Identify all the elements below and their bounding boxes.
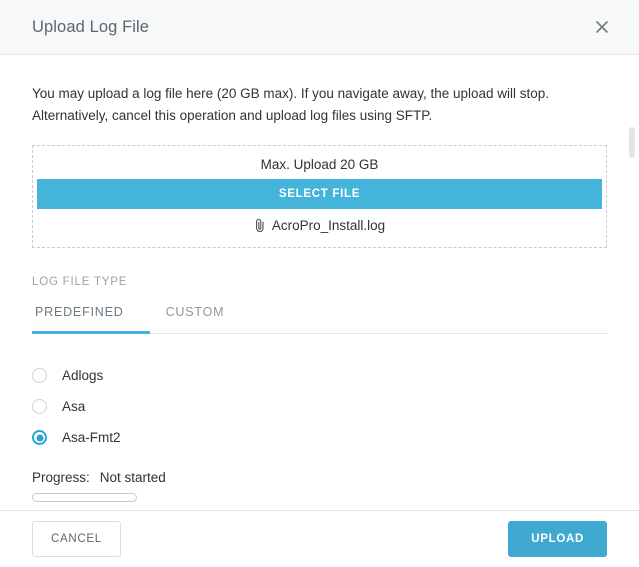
- max-upload-label: Max. Upload 20 GB: [260, 157, 379, 172]
- upload-button[interactable]: UPLOAD: [508, 521, 607, 557]
- paperclip-icon: [254, 218, 267, 233]
- upload-log-file-dialog: Upload Log File You may upload a log fil…: [0, 0, 639, 567]
- dialog-header: Upload Log File: [0, 0, 639, 55]
- progress-section: Progress: Not started: [32, 470, 607, 502]
- radio-label: Asa: [62, 399, 86, 414]
- log-type-radio-group: Adlogs Asa Asa-Fmt2: [32, 360, 607, 453]
- file-dropzone[interactable]: Max. Upload 20 GB SELECT FILE AcroPro_In…: [32, 145, 607, 248]
- radio-icon: [32, 368, 47, 383]
- selected-file-row: AcroPro_Install.log: [33, 218, 606, 233]
- log-file-type-label: LOG FILE TYPE: [32, 276, 128, 288]
- radio-option-asa-fmt2[interactable]: Asa-Fmt2: [32, 422, 607, 453]
- paperclip-icon-glyph: [255, 218, 264, 232]
- radio-option-adlogs[interactable]: Adlogs: [32, 360, 607, 391]
- dialog-body: You may upload a log file here (20 GB ma…: [0, 55, 639, 510]
- log-file-type-tabs: PREDEFINED CUSTOM: [32, 305, 607, 334]
- progress-status-line: Progress: Not started: [32, 470, 607, 485]
- intro-line-1: You may upload a log file here (20 GB ma…: [32, 86, 550, 101]
- progress-bar: [32, 493, 137, 502]
- radio-label: Adlogs: [62, 368, 104, 383]
- scrollbar-thumb[interactable]: [629, 127, 635, 158]
- progress-status: Not started: [99, 470, 166, 485]
- dialog-footer: CANCEL UPLOAD: [0, 510, 639, 567]
- intro-text: You may upload a log file here (20 GB ma…: [32, 83, 572, 127]
- radio-icon: [32, 399, 47, 414]
- close-icon-glyph: [595, 20, 609, 34]
- select-file-button[interactable]: SELECT FILE: [37, 179, 602, 209]
- close-icon[interactable]: [587, 12, 617, 42]
- radio-option-asa[interactable]: Asa: [32, 391, 607, 422]
- body-scrollbar[interactable]: [628, 127, 637, 510]
- tab-custom[interactable]: CUSTOM: [150, 305, 241, 334]
- page-title: Upload Log File: [32, 17, 150, 36]
- progress-label: Progress:: [32, 470, 90, 485]
- cancel-button[interactable]: CANCEL: [32, 521, 121, 557]
- radio-label: Asa-Fmt2: [62, 430, 121, 445]
- tab-predefined[interactable]: PREDEFINED: [32, 305, 150, 334]
- selected-file-name: AcroPro_Install.log: [271, 218, 386, 233]
- radio-icon-selected: [32, 430, 47, 445]
- intro-line-2: Alternatively, cancel this operation and…: [32, 108, 433, 123]
